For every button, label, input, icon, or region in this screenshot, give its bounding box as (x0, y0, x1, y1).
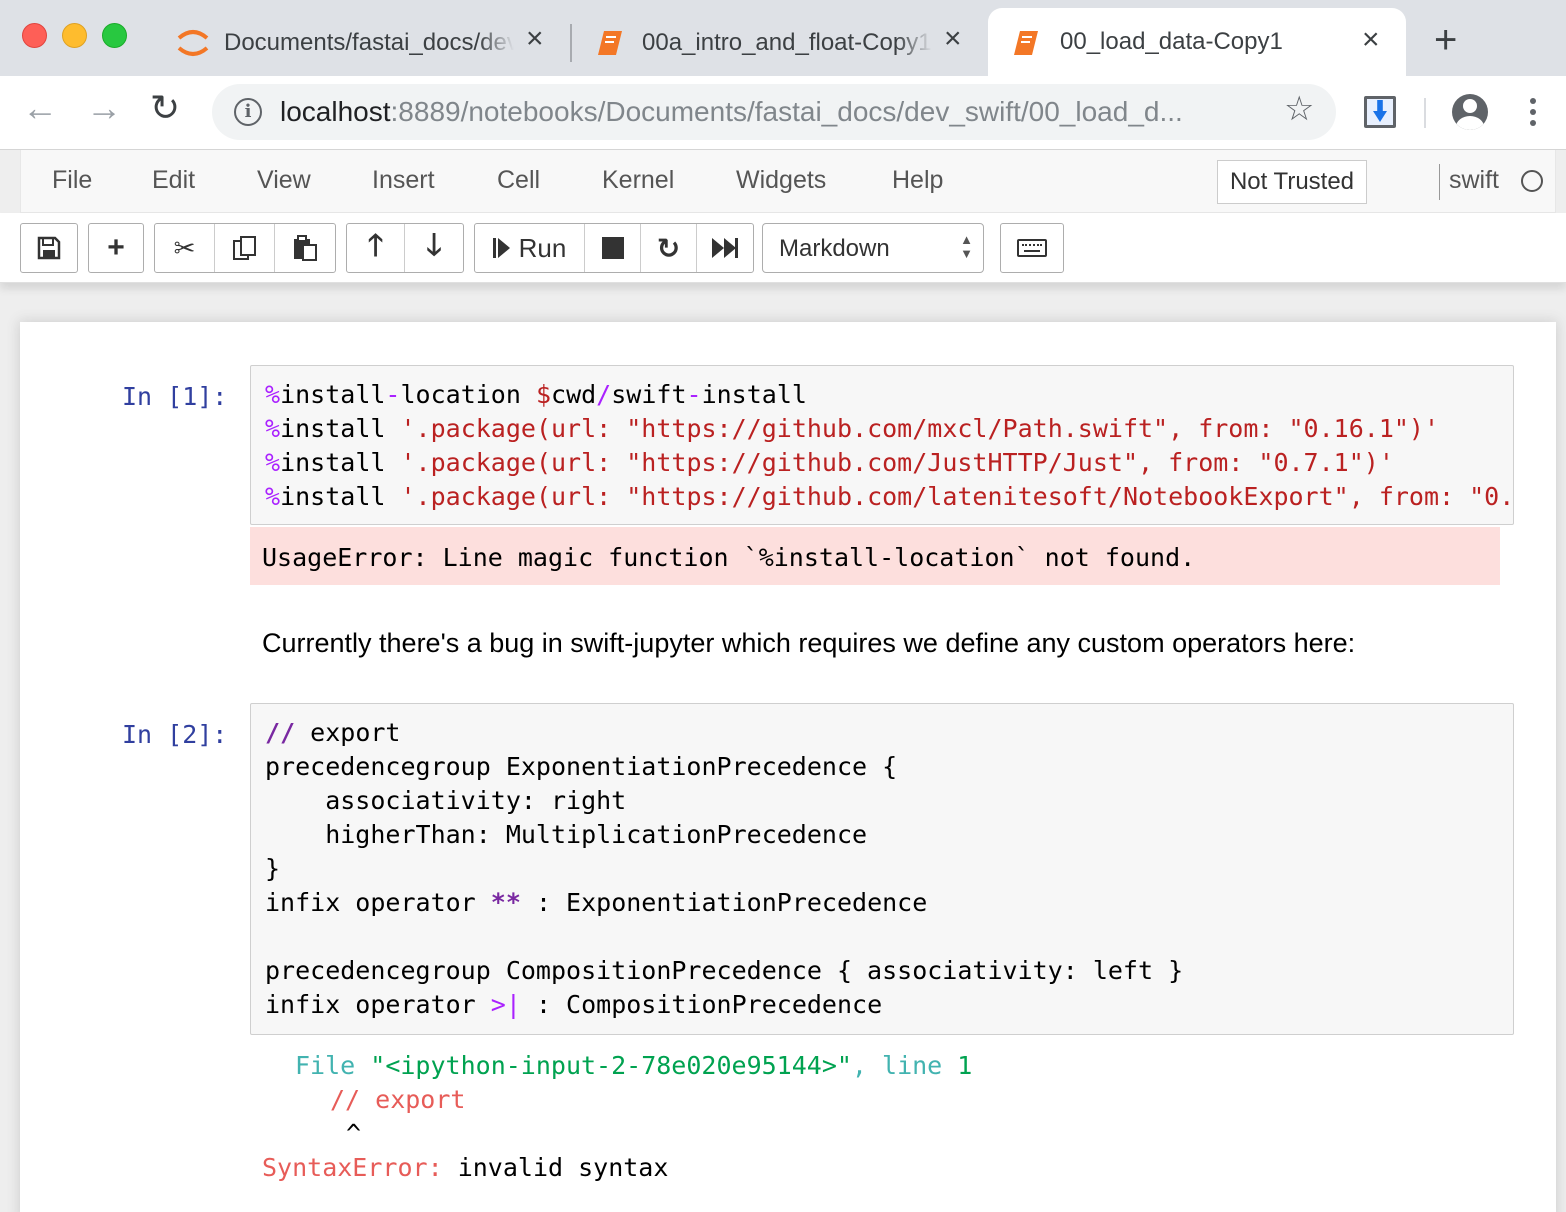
kernel-idle-indicator-icon (1521, 170, 1543, 192)
tab-separator (570, 24, 572, 62)
notebook-container: In [1]: %install-location $cwd/swift-ins… (20, 322, 1556, 1212)
jupyter-logo-icon (177, 30, 209, 56)
traceback-caret: ^ (346, 1119, 362, 1148)
maximize-window-button[interactable] (102, 23, 127, 48)
interrupt-stop-icon[interactable] (585, 224, 641, 272)
copy-icon[interactable] (215, 224, 275, 272)
address-bar[interactable]: i localhost:8889/notebooks/Documents/fas… (212, 84, 1336, 140)
usage-error-text: UsageError: Line magic function `%instal… (262, 543, 1196, 572)
traceback-file-line: File "<ipython-input-2-78e020e95144>", l… (295, 1049, 972, 1083)
trust-status-button[interactable]: Not Trusted (1217, 160, 1367, 204)
run-button[interactable]: Run (475, 224, 585, 272)
info-icon[interactable]: i (234, 98, 262, 126)
jupyter-menubar: File Edit View Insert Cell Kernel Widget… (20, 150, 1556, 213)
new-tab-button[interactable]: + (1434, 20, 1457, 60)
restart-kernel-icon[interactable]: ↻ (641, 224, 697, 272)
markdown-cell-text[interactable]: Currently there's a bug in swift-jupyter… (262, 628, 1355, 659)
syntax-error-type: SyntaxError: (262, 1153, 443, 1182)
menu-widgets[interactable]: Widgets (736, 166, 826, 195)
kernel-divider (1439, 164, 1440, 200)
tab-strip: Documents/fastai_docs/dev_swift/ × 00a_i… (0, 0, 1566, 76)
profile-avatar-icon[interactable] (1452, 94, 1488, 130)
save-group (20, 223, 78, 273)
cell-1-prompt: In [1]: (122, 382, 228, 411)
run-label: Run (518, 232, 567, 263)
cell-type-value: Markdown (779, 235, 890, 262)
browser-tab-3-active[interactable]: 00_load_data-Copy1 × (988, 8, 1406, 76)
back-arrow-icon[interactable]: ← (22, 90, 58, 126)
save-icon[interactable] (21, 224, 77, 272)
jupyter-toolbar: + ✂ 🡑 🡓 Run ↻ Markdown ▲ ▼ (0, 213, 1566, 283)
menu-view[interactable]: View (257, 166, 311, 195)
toolbar-divider (1424, 98, 1426, 128)
url-text[interactable]: localhost:8889/notebooks/Documents/fasta… (280, 96, 1183, 128)
cell-2-prompt: In [2]: (122, 720, 228, 749)
keyboard-icon (1017, 239, 1047, 257)
edit-group: ✂ (154, 223, 336, 273)
select-caret-icon: ▲ ▼ (960, 232, 973, 261)
run-group: Run ↻ (474, 223, 754, 273)
tab-title: 00a_intro_and_float-Copy1 (642, 29, 932, 56)
download-extension-icon[interactable] (1364, 96, 1396, 128)
keyboard-shortcuts-button[interactable] (1000, 223, 1064, 273)
cell-1-error-output: UsageError: Line magic function `%instal… (250, 527, 1500, 585)
menu-kernel[interactable]: Kernel (602, 166, 674, 195)
bookmark-star-icon[interactable]: ☆ (1284, 92, 1314, 126)
syntax-error-line: SyntaxError: invalid syntax (262, 1151, 668, 1185)
notebook-icon (598, 31, 622, 55)
close-tab-icon[interactable]: × (526, 24, 544, 54)
notebook-icon (1014, 31, 1038, 55)
cell-type-select[interactable]: Markdown ▲ ▼ (762, 223, 984, 273)
menu-edit[interactable]: Edit (152, 166, 195, 195)
browser-menu-icon[interactable] (1523, 94, 1543, 134)
move-group: 🡑 🡓 (346, 223, 464, 273)
move-down-arrow-icon[interactable]: 🡓 (405, 224, 463, 272)
syntax-error-message: invalid syntax (457, 1153, 669, 1182)
menu-cell[interactable]: Cell (497, 166, 540, 195)
url-path: :8889/notebooks/Documents/fastai_docs/de… (390, 96, 1183, 127)
forward-arrow-icon[interactable]: → (86, 90, 122, 126)
fast-forward-icon[interactable] (697, 224, 753, 272)
close-tab-icon[interactable]: × (944, 24, 962, 54)
menu-help[interactable]: Help (892, 166, 943, 195)
close-window-button[interactable] (22, 23, 47, 48)
minimize-window-button[interactable] (62, 23, 87, 48)
cell-1-input[interactable]: %install-location $cwd/swift-install %ins… (250, 365, 1514, 525)
traceback-line-number: 1 (957, 1051, 973, 1080)
close-tab-icon[interactable]: × (1362, 25, 1380, 55)
cut-scissors-icon[interactable]: ✂ (155, 224, 215, 272)
insert-group: + (88, 223, 144, 273)
kernel-name: swift (1449, 166, 1499, 194)
traceback-code: // export (330, 1085, 466, 1114)
browser-toolbar: ← → ↻ i localhost:8889/notebooks/Documen… (0, 76, 1566, 150)
tab-title: Documents/fastai_docs/dev_swift/ (224, 29, 514, 56)
menu-insert[interactable]: Insert (372, 166, 435, 195)
cell-2-input[interactable]: // export precedencegroup ExponentiationP… (250, 703, 1514, 1035)
step-forward-icon (492, 238, 510, 258)
traceback-path: "<ipython-input-2-78e020e95144>" (370, 1051, 852, 1080)
url-host: localhost (280, 96, 391, 127)
cell-1-code: %install-location $cwd/swift-install %ins… (265, 380, 1514, 511)
browser-tab-1[interactable]: Documents/fastai_docs/dev_swift/ × (160, 10, 570, 76)
traceback-line-label: , line (851, 1051, 943, 1080)
traceback-file-label: File (295, 1051, 356, 1080)
tab-title: 00_load_data-Copy1 (1060, 28, 1283, 55)
insert-cell-plus-icon[interactable]: + (89, 224, 143, 272)
browser-tab-2[interactable]: 00a_intro_and_float-Copy1 × (580, 10, 985, 76)
menu-file[interactable]: File (52, 166, 92, 195)
paste-icon[interactable] (275, 224, 335, 272)
move-up-arrow-icon[interactable]: 🡑 (347, 224, 405, 272)
reload-icon[interactable]: ↻ (150, 90, 180, 126)
cell-2-code: // export precedencegroup ExponentiationP… (265, 718, 1184, 1019)
